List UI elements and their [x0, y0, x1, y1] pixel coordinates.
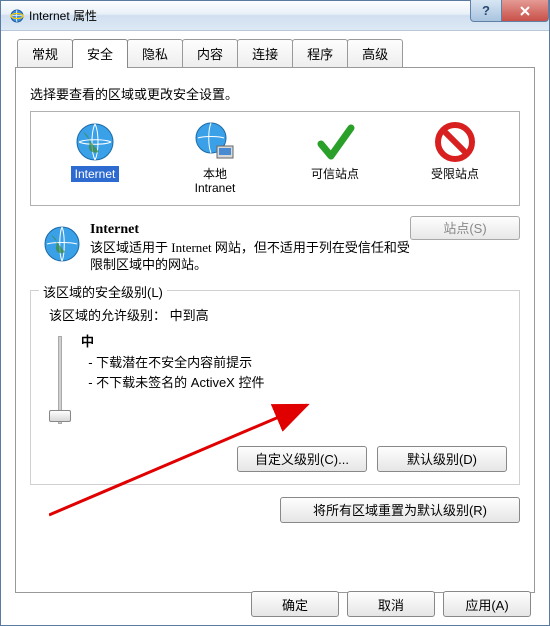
ok-button[interactable]: 确定: [251, 591, 339, 617]
svg-text:?: ?: [482, 4, 490, 18]
fieldset-legend: 该区域的安全级别(L): [39, 282, 167, 301]
security-level-fieldset: 该区域的安全级别(L) 该区域的允许级别： 中到高 中 - 下载潜在不安全内容前…: [30, 290, 520, 485]
tab-general[interactable]: 常规: [17, 39, 73, 67]
apply-button[interactable]: 应用(A): [443, 591, 531, 617]
current-level: 中: [81, 332, 264, 352]
tab-security[interactable]: 安全: [72, 39, 128, 68]
close-button[interactable]: [501, 0, 549, 22]
zone-label: 可信站点: [307, 166, 363, 182]
zone-label: 本地 Intranet: [191, 166, 240, 197]
tab-strip: 常规 安全 隐私 内容 连接 程序 高级: [17, 39, 535, 67]
allowed-levels: 该区域的允许级别： 中到高: [49, 305, 507, 324]
reset-all-button[interactable]: 将所有区域重置为默认级别(R): [280, 497, 520, 523]
globe-icon: [73, 120, 117, 164]
tab-privacy[interactable]: 隐私: [127, 39, 183, 67]
help-button[interactable]: ?: [470, 0, 502, 22]
instruction-text: 选择要查看的区域或更改安全设置。: [30, 84, 520, 103]
slider-thumb[interactable]: [49, 410, 71, 422]
checkmark-icon: [313, 120, 357, 164]
zone-local-intranet[interactable]: 本地 Intranet: [165, 120, 265, 197]
cancel-button[interactable]: 取消: [347, 591, 435, 617]
zone-detail-body: 该区域适用于 Internet 网站，但不适用于列在受信任和受限制区域中的网站。: [90, 240, 410, 274]
tab-connections[interactable]: 连接: [237, 39, 293, 67]
tab-advanced[interactable]: 高级: [347, 39, 403, 67]
zone-trusted[interactable]: 可信站点: [285, 120, 385, 197]
default-level-button[interactable]: 默认级别(D): [377, 446, 507, 472]
zone-internet[interactable]: Internet: [45, 120, 145, 197]
local-intranet-icon: [193, 120, 237, 164]
tab-panel-security: 选择要查看的区域或更改安全设置。 Internet 本地 Intranet: [15, 67, 535, 593]
zone-label: 受限站点: [427, 166, 483, 182]
tab-content[interactable]: 内容: [182, 39, 238, 67]
zone-label: Internet: [71, 166, 120, 182]
tab-programs[interactable]: 程序: [292, 39, 348, 67]
ie-icon: [9, 8, 25, 24]
prohibited-icon: [433, 120, 477, 164]
titlebar[interactable]: Internet 属性 ?: [1, 1, 549, 31]
zones-list: Internet 本地 Intranet 可信站点: [30, 111, 520, 206]
dialog-footer: 确定 取消 应用(A): [251, 591, 531, 617]
globe-icon: [42, 224, 82, 264]
sites-button: 站点(S): [410, 216, 520, 240]
custom-level-button[interactable]: 自定义级别(C)...: [237, 446, 367, 472]
zone-detail-title: Internet: [90, 222, 410, 238]
slider-description: 中 - 下载潜在不安全内容前提示 - 不下载未签名的 ActiveX 控件: [81, 332, 264, 393]
security-slider[interactable]: [47, 336, 73, 426]
window-title: Internet 属性: [29, 7, 97, 24]
zone-restricted[interactable]: 受限站点: [405, 120, 505, 197]
internet-properties-window: Internet 属性 ? 常规 安全 隐私 内容 连接 程序 高级 选择要查看…: [0, 0, 550, 626]
